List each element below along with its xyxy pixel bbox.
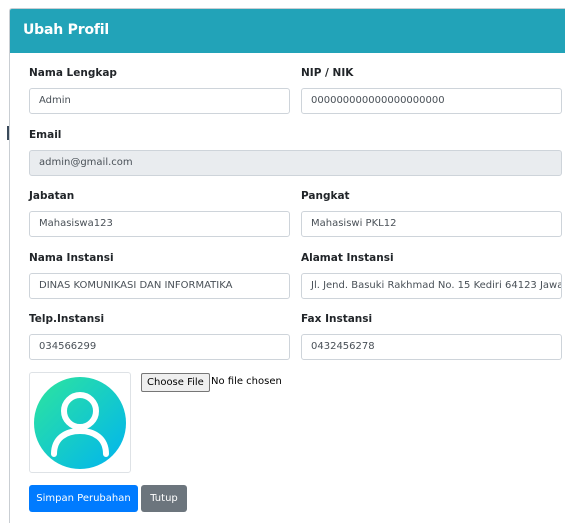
page: Ubah Profil Nama Lengkap Admin NIP / NIK… (0, 0, 565, 523)
modal-title: Ubah Profil (23, 22, 109, 38)
jabatan-label: Jabatan (29, 190, 75, 202)
file-status-text: No file chosen (211, 376, 282, 387)
telp-instansi-label: Telp.Instansi (29, 313, 105, 325)
nip-nik-input[interactable]: 000000000000000000000 (301, 88, 562, 114)
user-avatar-icon (34, 377, 126, 469)
nama-lengkap-input[interactable]: Admin (29, 88, 290, 114)
profile-photo-preview (29, 372, 131, 473)
email-label: Email (29, 129, 62, 141)
nip-nik-label: NIP / NIK (301, 67, 354, 79)
nama-instansi-input[interactable]: DINAS KOMUNIKASI DAN INFORMATIKA (29, 273, 290, 299)
choose-file-button[interactable]: Choose File (141, 373, 210, 392)
nama-lengkap-label: Nama Lengkap (29, 67, 117, 79)
telp-instansi-input[interactable]: 034566299 (29, 334, 290, 360)
save-changes-button[interactable]: Simpan Perubahan (29, 485, 138, 512)
nama-instansi-label: Nama Instansi (29, 252, 114, 264)
fax-instansi-input[interactable]: 0432456278 (301, 334, 562, 360)
close-button[interactable]: Tutup (141, 485, 187, 512)
modal-header: Ubah Profil (10, 9, 565, 53)
edit-profile-modal: Ubah Profil Nama Lengkap Admin NIP / NIK… (9, 8, 565, 523)
pangkat-label: Pangkat (301, 190, 350, 202)
background-page-edge (0, 0, 9, 523)
email-input: admin@gmail.com (29, 150, 562, 176)
alamat-instansi-input[interactable]: Jl. Jend. Basuki Rakhmad No. 15 Kediri 6… (301, 273, 562, 299)
jabatan-input[interactable]: Mahasiswa123 (29, 211, 290, 237)
alamat-instansi-label: Alamat Instansi (301, 252, 394, 264)
pangkat-input[interactable]: Mahasiswi PKL12 (301, 211, 562, 237)
fax-instansi-label: Fax Instansi (301, 313, 373, 325)
